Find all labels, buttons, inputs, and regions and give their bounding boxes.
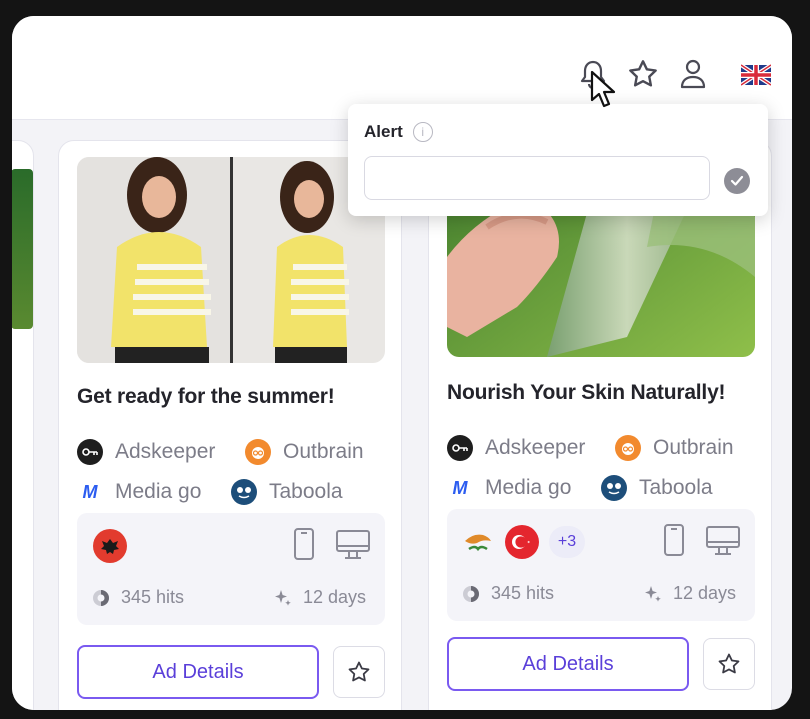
ad-info-box: 345 hits 12 days (77, 513, 385, 625)
taboola-logo-icon (601, 475, 627, 501)
star-icon (718, 653, 740, 674)
network-outbrain: Outbrain (615, 435, 734, 461)
desktop-icon (335, 529, 371, 566)
user-icon[interactable] (676, 56, 710, 92)
network-label: Media go (485, 476, 572, 499)
ad-details-button[interactable]: Ad Details (77, 645, 319, 699)
alert-title-label: Alert (364, 122, 403, 141)
mobile-icon (293, 527, 315, 566)
network-outbrain: Outbrain (245, 439, 364, 465)
network-label: Adskeeper (115, 440, 216, 463)
network-label: Outbrain (653, 436, 734, 459)
mobile-icon (663, 523, 685, 562)
hits-count: 345 hits (461, 583, 554, 604)
hits-icon (461, 584, 481, 604)
days-count: 12 days (643, 583, 736, 604)
days-label: 12 days (303, 587, 367, 607)
adskeeper-logo-icon (447, 435, 473, 461)
star-icon (348, 661, 370, 682)
network-label: Taboola (269, 480, 343, 503)
days-count: 12 days (273, 587, 366, 608)
network-adskeeper: Adskeeper (77, 439, 215, 465)
alert-popover: Alert i (348, 104, 768, 216)
partial-card (12, 140, 34, 710)
taboola-logo-icon (231, 479, 257, 505)
uk-flag-icon[interactable] (740, 60, 772, 90)
albania-flag-icon (93, 529, 127, 563)
network-label: Adskeeper (485, 436, 586, 459)
hits-label: 345 hits (491, 583, 555, 603)
hits-count: 345 hits (91, 587, 184, 608)
cyprus-flag-icon (461, 525, 495, 564)
mediago-logo-icon: M (77, 479, 103, 505)
favorite-button[interactable] (703, 638, 755, 690)
partial-card-image (12, 169, 33, 329)
more-countries-badge[interactable]: +3 (549, 526, 585, 558)
ad-card: Nourish Your Skin Naturally! Adskeeper O… (428, 137, 772, 710)
outbrain-logo-icon (245, 439, 271, 465)
ad-image[interactable] (77, 157, 385, 363)
hits-label: 345 hits (121, 587, 185, 607)
days-label: 12 days (673, 583, 737, 603)
alert-input[interactable] (364, 156, 710, 200)
desktop-icon (705, 525, 741, 562)
network-taboola: Taboola (231, 479, 343, 505)
favorites-star-icon[interactable] (626, 56, 660, 92)
network-mediago: M Media go (447, 475, 571, 501)
mediago-logo-icon: M (447, 475, 473, 501)
ad-title[interactable]: Get ready for the summer! (77, 385, 335, 409)
check-icon[interactable] (724, 168, 750, 194)
network-adskeeper: Adskeeper (447, 435, 585, 461)
ad-details-button[interactable]: Ad Details (447, 637, 689, 691)
hits-icon (91, 588, 111, 608)
ad-info-box: +3 345 hits 12 days (447, 509, 755, 621)
network-taboola: Taboola (601, 475, 713, 501)
outbrain-logo-icon (615, 435, 641, 461)
alert-title: Alert i (364, 122, 433, 142)
ad-title[interactable]: Nourish Your Skin Naturally! (447, 381, 726, 405)
network-label: Media go (115, 480, 202, 503)
network-label: Outbrain (283, 440, 364, 463)
turkey-flag-icon (505, 525, 539, 559)
favorite-button[interactable] (333, 646, 385, 698)
app-window: Get ready for the summer! Adskeeper Outb… (12, 16, 792, 710)
info-icon[interactable]: i (412, 122, 433, 142)
sparkle-icon (643, 584, 663, 604)
cursor-icon (586, 68, 626, 112)
network-mediago: M Media go (77, 479, 201, 505)
ad-card: Get ready for the summer! Adskeeper Outb… (58, 140, 402, 710)
sparkle-icon (273, 588, 293, 608)
adskeeper-logo-icon (77, 439, 103, 465)
network-label: Taboola (639, 476, 713, 499)
